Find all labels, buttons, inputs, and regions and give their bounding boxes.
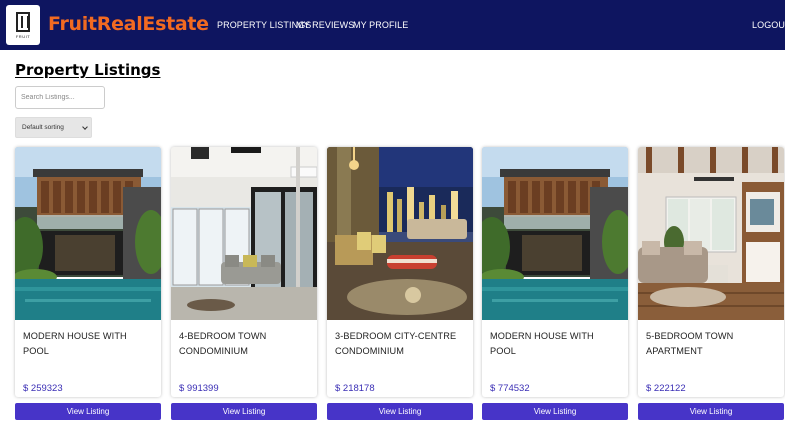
view-listing-button[interactable]: View Listing bbox=[327, 403, 473, 420]
listing-title: 5-BEDROOM TOWN APARTMENT bbox=[646, 331, 734, 356]
search-input[interactable] bbox=[15, 86, 105, 109]
listing-image-modern-house-pool[interactable] bbox=[482, 147, 628, 320]
listing-title: 4-BEDROOM TOWN CONDOMINIUM bbox=[179, 331, 267, 356]
building-icon bbox=[16, 11, 30, 32]
sort-select-value: Default sorting bbox=[22, 124, 64, 131]
listing-price: $ 218178 bbox=[335, 383, 375, 394]
listing-card[interactable]: 4-BEDROOM TOWN CONDOMINIUM $ 991399 bbox=[171, 147, 317, 397]
view-listing-button[interactable]: View Listing bbox=[171, 403, 317, 420]
view-listing-button[interactable]: View Listing bbox=[15, 403, 161, 420]
top-navbar: FRUIT FruitRealEstate PROPERTY LISTINGS … bbox=[0, 0, 785, 50]
listing-price: $ 991399 bbox=[179, 383, 219, 394]
chevron-down-icon bbox=[82, 124, 88, 130]
listing-title: 3-BEDROOM CITY-CENTRE CONDOMINIUM bbox=[335, 331, 457, 356]
listing-price: $ 774532 bbox=[490, 383, 530, 394]
listing-card[interactable]: 5-BEDROOM TOWN APARTMENT $ 222122 bbox=[638, 147, 784, 397]
brand-logo[interactable]: FRUIT bbox=[6, 5, 40, 45]
listing-image-modern-house-pool[interactable] bbox=[15, 147, 161, 320]
listing-card[interactable]: MODERN HOUSE WITH POOL $ 259323 bbox=[15, 147, 161, 397]
listing-title: MODERN HOUSE WITH POOL bbox=[23, 331, 127, 356]
listing-price: $ 259323 bbox=[23, 383, 63, 394]
brand-name[interactable]: FruitRealEstate bbox=[48, 13, 209, 35]
logout-link[interactable]: LOGOUT bbox=[752, 20, 785, 30]
listing-image-wood-living-room[interactable] bbox=[638, 147, 784, 320]
sort-select[interactable]: Default sorting bbox=[15, 117, 92, 138]
view-listing-button[interactable]: View Listing bbox=[638, 403, 784, 420]
view-listing-button[interactable]: View Listing bbox=[482, 403, 628, 420]
listing-card[interactable]: 3-BEDROOM CITY-CENTRE CONDOMINIUM $ 2181… bbox=[327, 147, 473, 397]
listing-title: MODERN HOUSE WITH POOL bbox=[490, 331, 594, 356]
listing-price: $ 222122 bbox=[646, 383, 686, 394]
nav-my-profile[interactable]: MY PROFILE bbox=[353, 20, 408, 30]
listing-card[interactable]: MODERN HOUSE WITH POOL $ 774532 bbox=[482, 147, 628, 397]
nav-my-reviews[interactable]: MY REVIEWS bbox=[296, 20, 354, 30]
logo-text: FRUIT bbox=[15, 33, 31, 39]
page-title: Property Listings bbox=[15, 61, 161, 79]
listing-image-city-night-living-room[interactable] bbox=[327, 147, 473, 320]
listing-image-condo-living-room[interactable] bbox=[171, 147, 317, 320]
